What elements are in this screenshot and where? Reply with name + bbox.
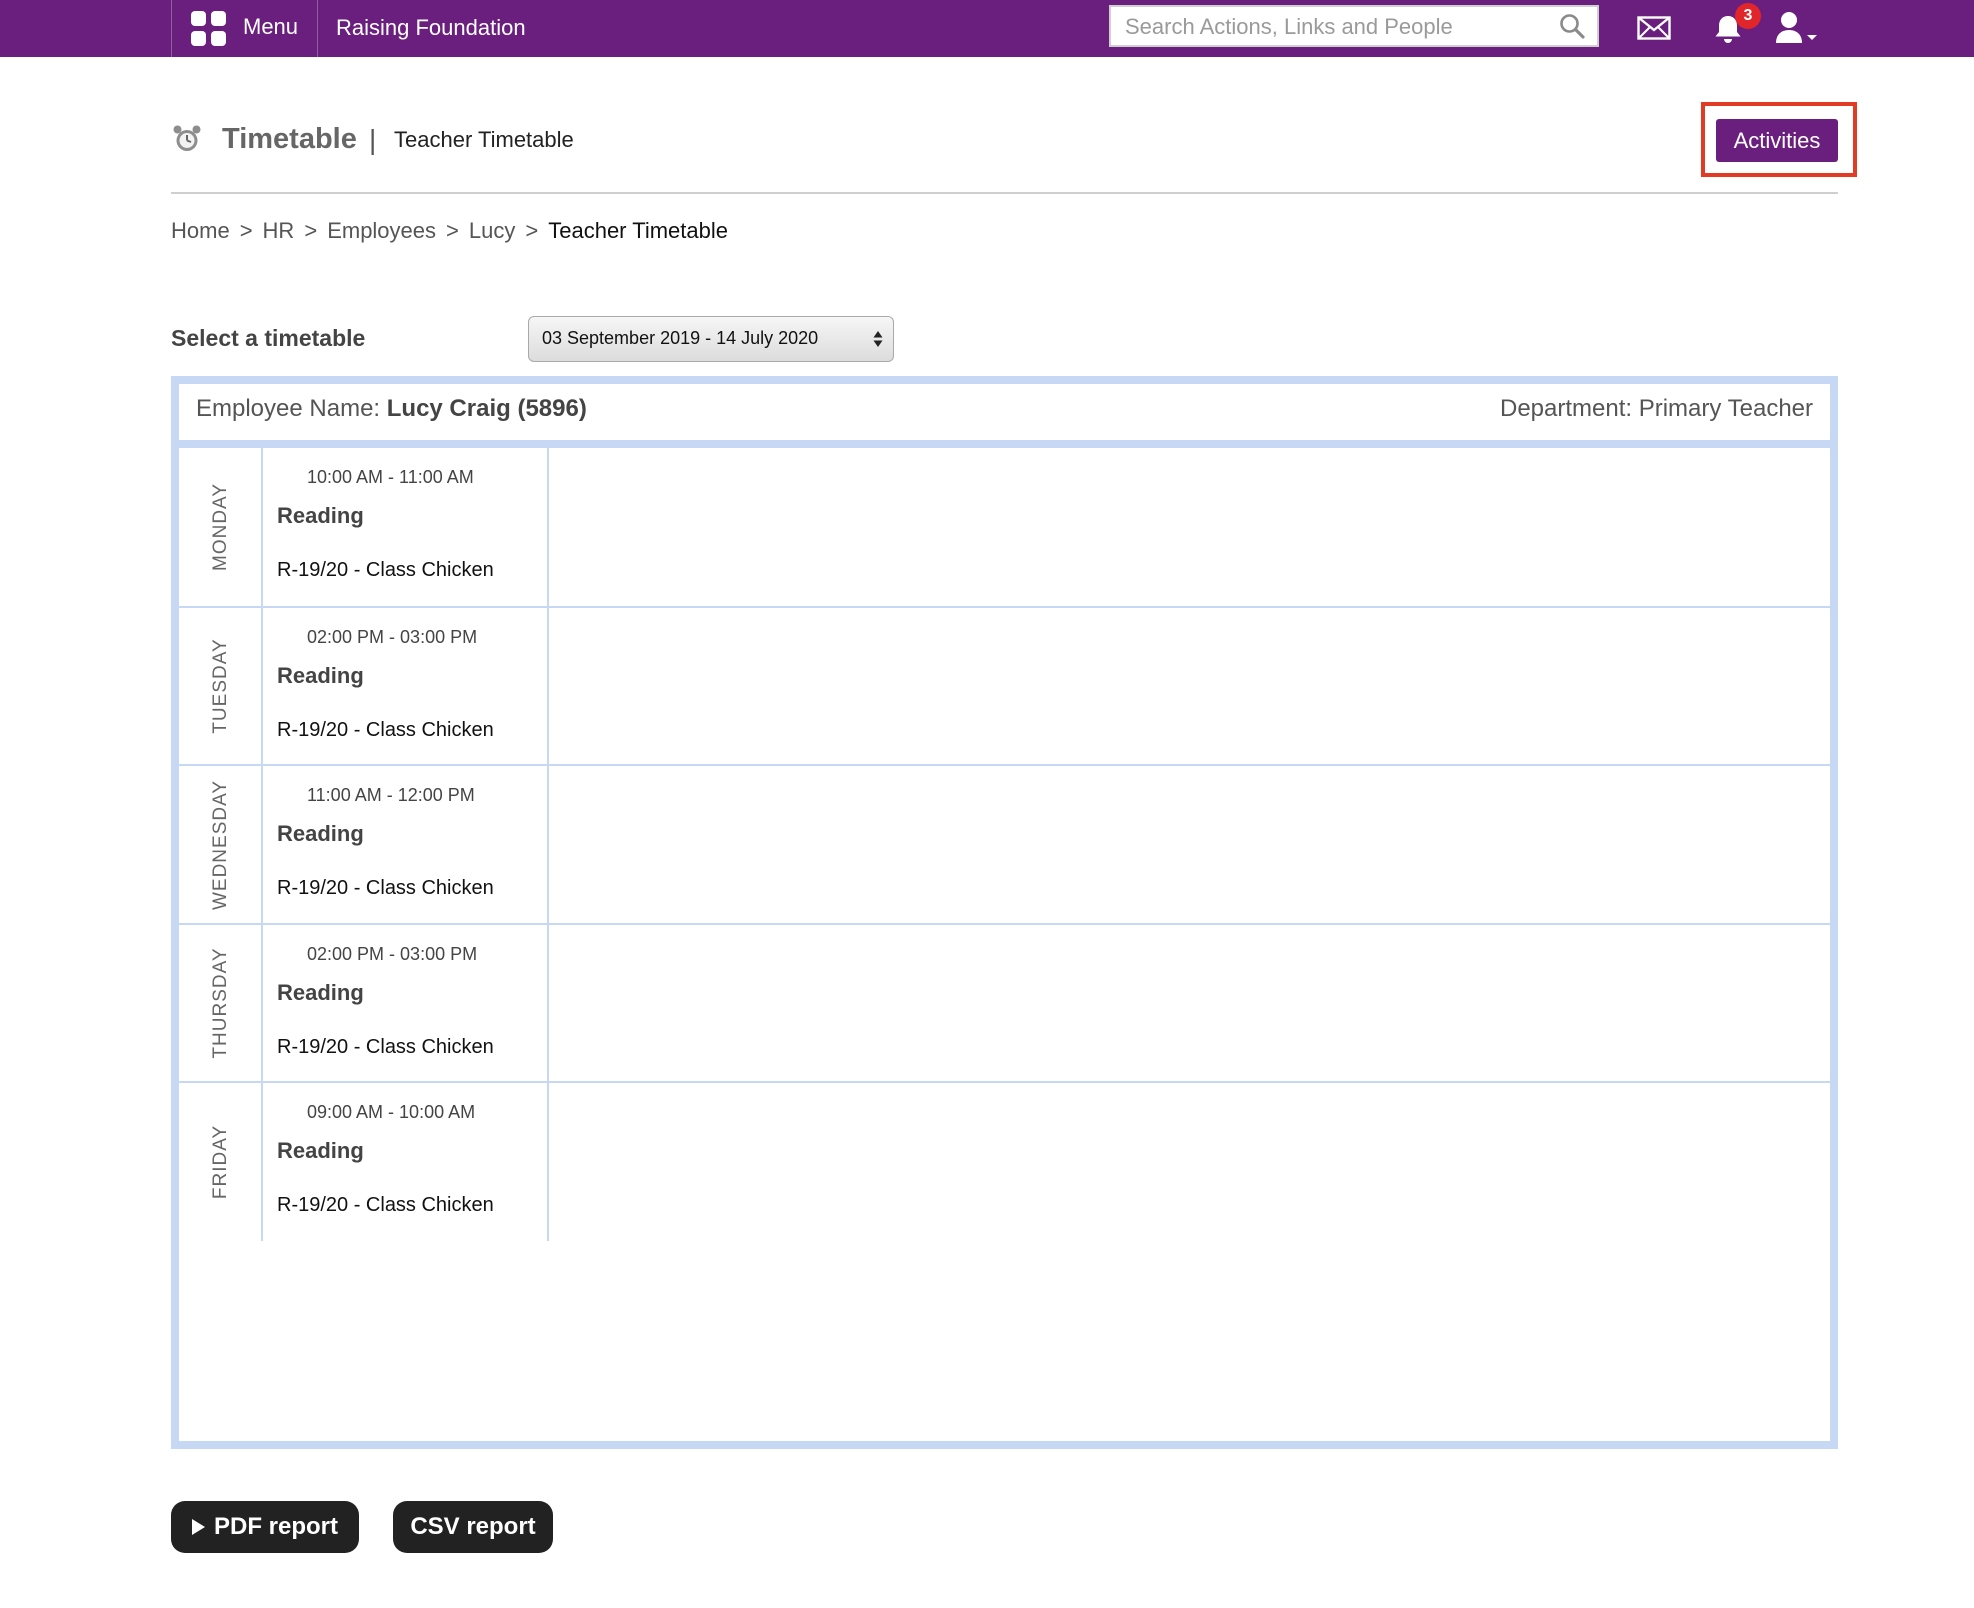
title-separator: | — [369, 124, 377, 155]
lesson-class: R-19/20 - Class Chicken — [277, 1194, 494, 1216]
lesson-slot[interactable]: 10:00 AM - 11:00 AM Reading R-19/20 - Cl… — [263, 448, 549, 606]
lesson-time: 02:00 PM - 03:00 PM — [307, 944, 478, 964]
activities-button[interactable]: Activities — [1716, 119, 1838, 162]
breadcrumb-separator: > — [239, 218, 253, 243]
breadcrumb-hr[interactable]: HR — [263, 218, 295, 244]
pdf-report-button[interactable]: PDF report — [171, 1501, 359, 1553]
department-label: Department: — [1499, 395, 1633, 422]
lesson-subject: Reading — [277, 503, 364, 528]
lesson-class: R-19/20 - Class Chicken — [277, 877, 494, 899]
timetable-row-thursday: THURSDAY 02:00 PM - 03:00 PM Reading R-1… — [179, 923, 1830, 1081]
select-arrows-icon — [873, 331, 883, 347]
day-cell: THURSDAY — [179, 925, 263, 1081]
day-label: WEDNESDAY — [210, 779, 231, 910]
breadcrumb-separator: > — [304, 218, 318, 243]
page-subtitle: Teacher Timetable — [394, 127, 574, 152]
department-value: Primary Teacher — [1638, 395, 1813, 422]
breadcrumb-employees[interactable]: Employees — [327, 218, 436, 244]
breadcrumb-current: Teacher Timetable — [548, 218, 728, 243]
breadcrumb-separator: > — [446, 218, 459, 243]
global-search-box — [1109, 5, 1599, 47]
timetable-row-wednesday: WEDNESDAY 11:00 AM - 12:00 PM Reading R-… — [179, 764, 1830, 923]
lesson-class: R-19/20 - Class Chicken — [277, 1036, 494, 1058]
csv-report-button[interactable]: CSV report — [393, 1501, 553, 1553]
grid-icon — [191, 11, 227, 47]
lesson-time: 09:00 AM - 10:00 AM — [307, 1102, 476, 1122]
lesson-subject: Reading — [277, 663, 364, 688]
breadcrumb-home[interactable]: Home — [171, 218, 230, 244]
alarm-clock-icon — [173, 125, 201, 151]
timetable-row-friday: FRIDAY 09:00 AM - 10:00 AM Reading R-19/… — [179, 1081, 1830, 1441]
day-cell: MONDAY — [179, 448, 263, 606]
lesson-time: 10:00 AM - 11:00 AM — [307, 467, 474, 487]
lesson-time: 11:00 AM - 12:00 PM — [307, 785, 475, 805]
day-label: MONDAY — [210, 483, 231, 571]
user-icon[interactable] — [1774, 11, 1820, 45]
breadcrumb: Home > HR > Employees > Lucy > Teacher T… — [171, 218, 728, 244]
topbar-divider — [317, 0, 318, 57]
employee-name-label: Employee Name: — [196, 395, 381, 422]
lesson-subject: Reading — [277, 821, 364, 846]
notification-count-badge: 3 — [1735, 3, 1761, 29]
search-icon[interactable] — [1559, 13, 1585, 39]
breadcrumb-separator: > — [525, 218, 539, 243]
lesson-subject: Reading — [277, 1138, 364, 1163]
timetable-panel: Employee Name: Lucy Craig (5896) Departm… — [171, 376, 1838, 1449]
timetable-select-value: 03 September 2019 - 14 July 2020 — [542, 328, 819, 348]
menu-button[interactable]: Menu — [172, 0, 317, 57]
day-cell: TUESDAY — [179, 608, 263, 764]
department: Department: Primary Teacher — [1500, 395, 1813, 423]
header-divider — [171, 192, 1838, 194]
search-input[interactable] — [1123, 13, 1547, 41]
lesson-time: 02:00 PM - 03:00 PM — [307, 627, 478, 647]
select-timetable-label: Select a timetable — [171, 325, 366, 351]
lesson-class: R-19/20 - Class Chicken — [277, 719, 494, 741]
csv-report-label: CSV report — [410, 1513, 536, 1540]
pdf-report-label: PDF report — [213, 1513, 338, 1540]
breadcrumb-lucy[interactable]: Lucy — [469, 218, 515, 244]
employee-info-header: Employee Name: Lucy Craig (5896) Departm… — [179, 384, 1830, 448]
day-label: THURSDAY — [210, 947, 231, 1059]
organization-name-link[interactable]: Raising Foundation — [336, 15, 526, 41]
menu-label: Menu — [243, 14, 299, 39]
day-cell: WEDNESDAY — [179, 766, 263, 923]
play-icon — [191, 1519, 205, 1535]
lesson-class: R-19/20 - Class Chicken — [277, 559, 494, 581]
lesson-slot[interactable]: 09:00 AM - 10:00 AM Reading R-19/20 - Cl… — [263, 1083, 549, 1241]
top-navigation-bar: Menu Raising Foundation 3 — [0, 0, 1974, 57]
day-label: FRIDAY — [210, 1124, 231, 1200]
lesson-slot[interactable]: 02:00 PM - 03:00 PM Reading R-19/20 - Cl… — [263, 608, 549, 764]
page-title: Timetable — [222, 123, 357, 155]
lesson-subject: Reading — [277, 980, 364, 1005]
timetable-select[interactable]: 03 September 2019 - 14 July 2020 — [528, 316, 894, 362]
day-label: TUESDAY — [210, 638, 231, 734]
timetable-row-tuesday: TUESDAY 02:00 PM - 03:00 PM Reading R-19… — [179, 606, 1830, 764]
timetable-row-monday: MONDAY 10:00 AM - 11:00 AM Reading R-19/… — [179, 448, 1830, 606]
employee-name: Employee Name: Lucy Craig (5896) — [196, 395, 587, 423]
lesson-slot[interactable]: 11:00 AM - 12:00 PM Reading R-19/20 - Cl… — [263, 766, 549, 923]
mail-icon[interactable] — [1637, 16, 1671, 40]
day-cell: FRIDAY — [179, 1083, 263, 1241]
lesson-slot[interactable]: 02:00 PM - 03:00 PM Reading R-19/20 - Cl… — [263, 925, 549, 1081]
notifications-button[interactable]: 3 — [1712, 3, 1761, 49]
employee-name-value: Lucy Craig (5896) — [386, 395, 587, 422]
